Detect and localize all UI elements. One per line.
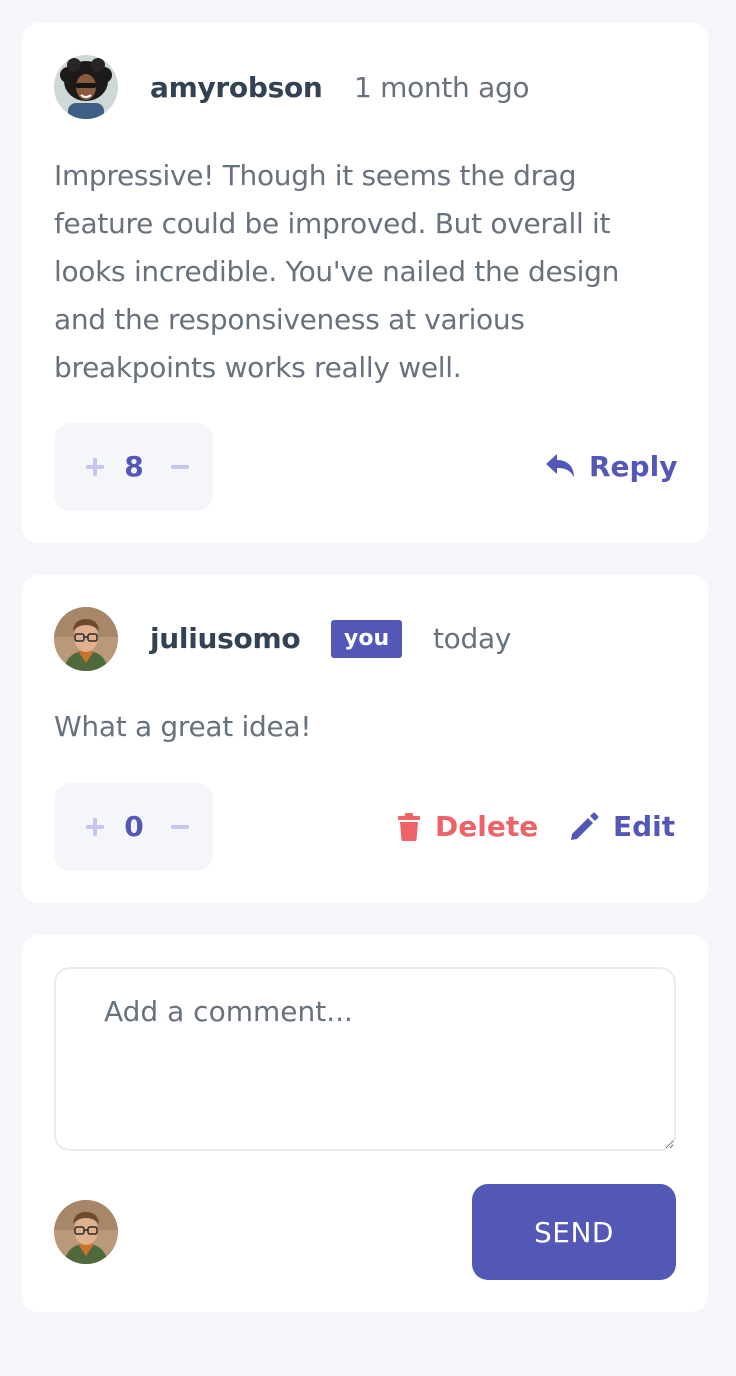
comment-content: What a great idea! [54,710,312,743]
edit-label: Edit [613,810,676,843]
trash-icon [398,813,420,841]
timestamp: today [433,622,512,655]
timestamp: 1 month ago [354,71,530,104]
username: juliusomo [150,622,301,655]
avatar-image-current-user [54,1200,118,1264]
delete-button[interactable]: Delete [397,810,538,844]
vote-control: 8 [54,423,213,511]
pencil-icon [571,812,599,840]
reply-label: Reply [589,450,678,483]
score: 8 [124,450,144,483]
avatar-image-amyrobson [54,55,118,119]
comment-content: Impressive! Though it seems the drag fea… [54,159,620,384]
score: 0 [124,810,144,843]
plus-icon[interactable] [75,423,115,511]
comment-card: juliusomo you today What a great idea! 0… [22,575,708,903]
plus-icon[interactable] [75,783,115,871]
send-button[interactable]: SEND [472,1184,676,1280]
comment-card: amyrobson 1 month ago Impressive! Though… [22,23,708,543]
reply-icon [546,454,574,477]
vote-control: 0 [54,783,213,871]
reply-button[interactable]: Reply [545,450,677,484]
avatar [54,1200,118,1264]
avatar [54,607,118,671]
comment-composer: SEND [22,935,708,1312]
delete-label: Delete [435,810,539,843]
minus-icon[interactable] [160,783,200,871]
minus-icon[interactable] [160,423,200,511]
edit-button[interactable]: Edit [569,810,675,844]
username: amyrobson [150,71,323,104]
avatar-image-juliusomo [54,607,118,671]
you-badge: you [331,620,403,658]
avatar [54,55,118,119]
comment-input[interactable] [54,967,676,1151]
